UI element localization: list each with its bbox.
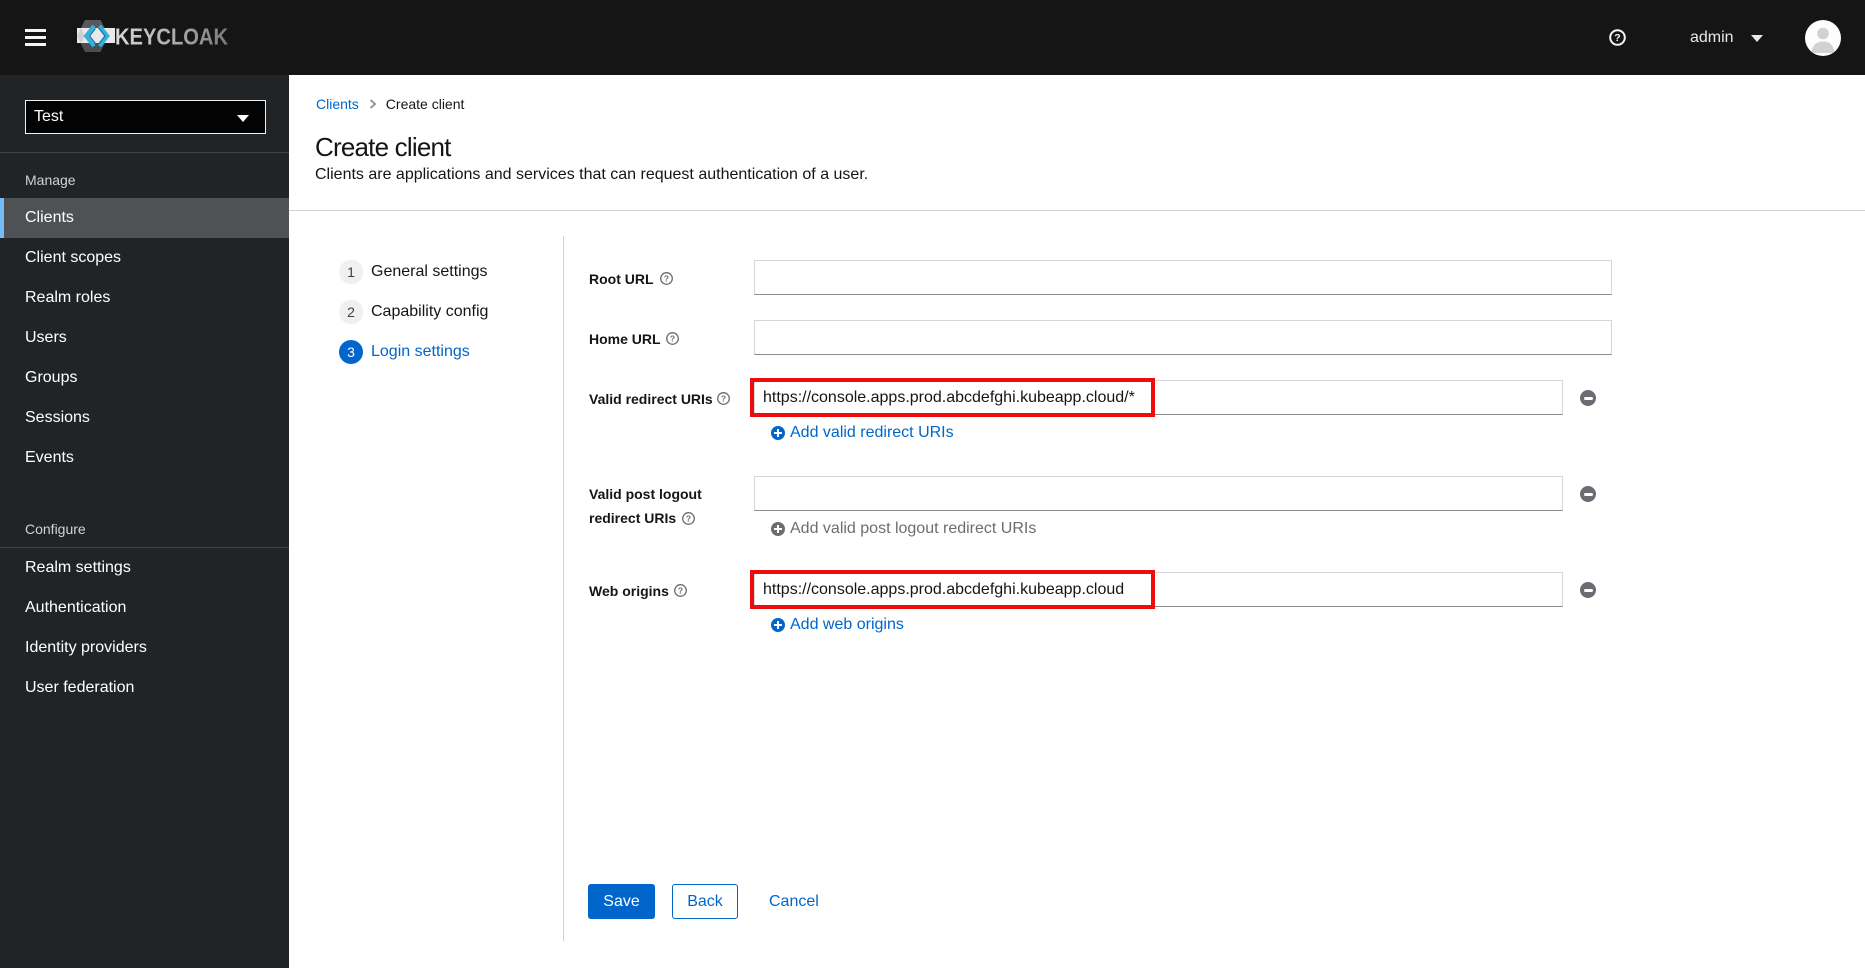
svg-text:?: ? <box>670 334 675 344</box>
svg-text:?: ? <box>678 586 683 596</box>
svg-text:?: ? <box>1614 32 1620 44</box>
svg-text:?: ? <box>721 394 726 404</box>
svg-text:?: ? <box>686 514 691 524</box>
svg-text:KEYCLOAK: KEYCLOAK <box>115 24 228 50</box>
svg-text:?: ? <box>664 274 669 284</box>
